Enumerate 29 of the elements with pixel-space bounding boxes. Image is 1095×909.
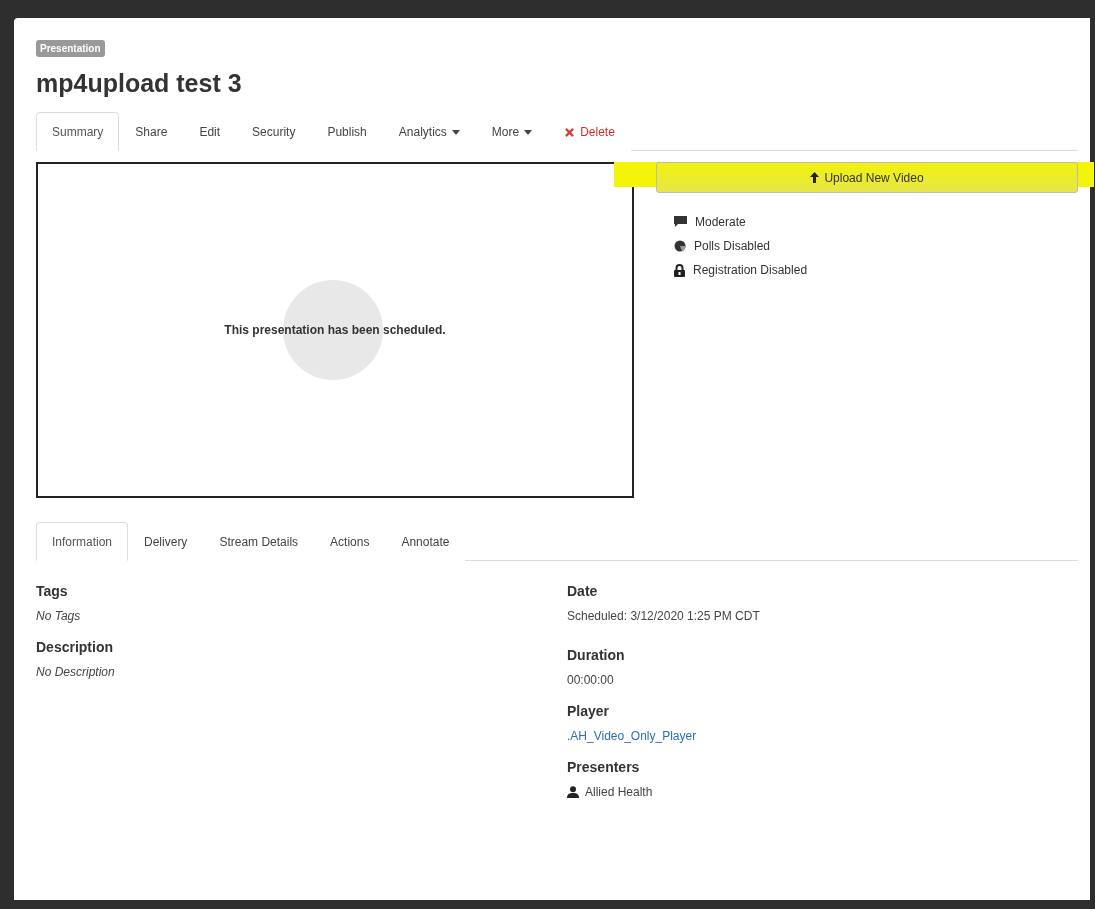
video-message: This presentation has been scheduled. — [224, 323, 446, 337]
delete-icon — [564, 126, 576, 138]
tab[interactable]: Summary — [36, 112, 120, 151]
caret-icon — [451, 129, 460, 135]
comment-icon — [674, 216, 687, 228]
section-heading: Date — [567, 583, 599, 599]
presenter-name: Allied Health — [585, 785, 653, 799]
detail-value: Scheduled: 3/12/2020 1:25 PM CDT — [567, 609, 761, 623]
feature-label: Polls Disabled — [694, 239, 771, 253]
type-badge: Presentation — [36, 40, 105, 57]
user-icon — [567, 786, 579, 798]
lock-icon — [674, 263, 685, 277]
feature-label: Registration Disabled — [693, 263, 808, 277]
upload-arrow-icon — [810, 172, 820, 183]
player-link[interactable]: .AH_Video_Only_Player — [567, 729, 697, 743]
pie-chart-icon — [674, 240, 686, 252]
section-heading: Player — [567, 703, 611, 719]
section-heading: Description — [36, 639, 114, 655]
detail-value: 00:00:00 — [567, 673, 615, 687]
section-heading: Duration — [567, 647, 626, 663]
presentation-title: mp4upload test 3 — [36, 69, 243, 98]
feature-label: Moderate — [695, 215, 746, 229]
detail-value: No Description — [36, 665, 116, 679]
tab[interactable]: Information — [36, 522, 129, 561]
upload-button[interactable]: Upload New Video — [656, 162, 1078, 193]
section-heading: Presenters — [567, 759, 641, 775]
caret-icon — [524, 129, 533, 135]
section-heading: Tags — [36, 583, 69, 599]
detail-value: No Tags — [36, 609, 82, 623]
